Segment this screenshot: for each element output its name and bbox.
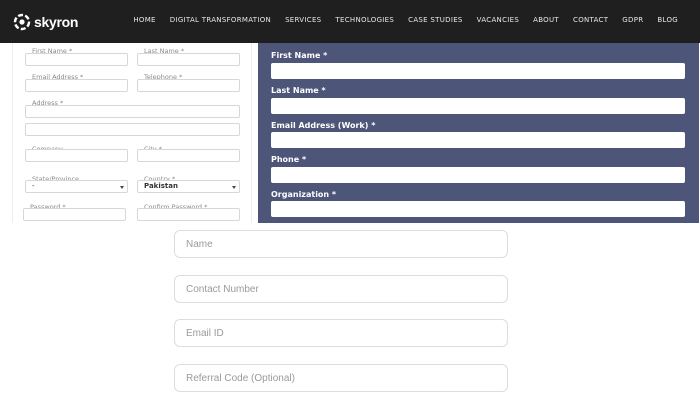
name-field[interactable] [174, 230, 508, 258]
state-select-value: - [32, 182, 35, 190]
contact-form-panel: First Name * Last Name * Email Address (… [258, 43, 699, 223]
nav-services[interactable]: SERVICES [285, 16, 321, 24]
last-name-input[interactable] [137, 53, 240, 66]
referral-code-field[interactable] [174, 364, 508, 392]
city-input[interactable] [137, 149, 240, 162]
nav-about[interactable]: ABOUT [533, 16, 559, 24]
site-header: skyron HOME DIGITAL TRANSFORMATION SERVI… [0, 0, 700, 43]
logo-text: skyron [34, 14, 79, 30]
logo[interactable]: skyron [13, 11, 78, 33]
chevron-down-icon [120, 186, 124, 189]
nav-digital-transformation[interactable]: DIGITAL TRANSFORMATION [170, 16, 271, 24]
referral-code-input[interactable] [175, 365, 507, 391]
nav-contact[interactable]: CONTACT [573, 16, 608, 24]
email-input[interactable] [25, 79, 128, 92]
skyron-logo-icon [13, 13, 31, 31]
chevron-down-icon [232, 186, 236, 189]
nav-blog[interactable]: BLOG [657, 16, 678, 24]
nav-gdpr[interactable]: GDPR [622, 16, 643, 24]
country-select[interactable]: Pakistan [137, 180, 240, 193]
phone-label: Phone * [271, 155, 307, 164]
first-name-label: First Name * [271, 51, 328, 60]
organization-input[interactable] [271, 201, 685, 217]
last-name-input[interactable] [271, 98, 685, 114]
confirm-password-input[interactable] [137, 208, 240, 221]
phone-input[interactable] [271, 167, 685, 183]
nav-home[interactable]: HOME [133, 16, 155, 24]
work-email-input[interactable] [271, 132, 685, 148]
first-name-input[interactable] [271, 63, 685, 79]
email-id-field[interactable] [174, 319, 508, 347]
last-name-label: Last Name * [271, 86, 326, 95]
address-input-line2[interactable] [25, 123, 240, 136]
work-email-label: Email Address (Work) * [271, 121, 376, 130]
first-name-input[interactable] [25, 53, 128, 66]
telephone-input[interactable] [137, 79, 240, 92]
email-id-input[interactable] [175, 320, 507, 346]
state-select[interactable]: - [25, 180, 128, 193]
company-input[interactable] [25, 149, 128, 162]
nav-technologies[interactable]: TECHNOLOGIES [335, 16, 394, 24]
main-nav: HOME DIGITAL TRANSFORMATION SERVICES TEC… [133, 16, 678, 24]
nav-case-studies[interactable]: CASE STUDIES [408, 16, 463, 24]
contact-number-field[interactable] [174, 275, 508, 303]
name-input[interactable] [175, 231, 507, 257]
password-input[interactable] [23, 208, 126, 221]
contact-number-input[interactable] [175, 276, 507, 302]
registration-form: First Name * Last Name * Email Address *… [12, 43, 252, 223]
country-select-value: Pakistan [144, 182, 178, 190]
nav-vacancies[interactable]: VACANCIES [477, 16, 519, 24]
address-input-line1[interactable] [25, 105, 240, 118]
organization-label: Organization * [271, 190, 337, 199]
